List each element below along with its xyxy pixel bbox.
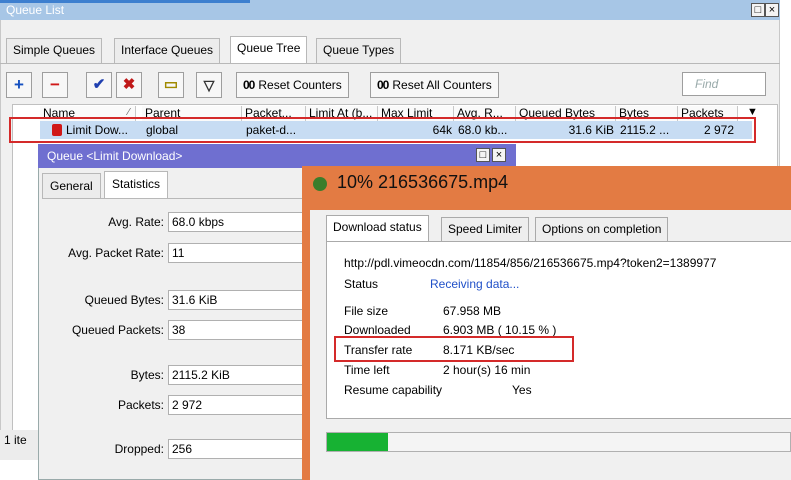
add-icon[interactable]: + <box>6 72 32 98</box>
tab-queue-types[interactable]: Queue Types <box>316 38 402 63</box>
close-icon[interactable]: × <box>765 3 779 17</box>
close-icon[interactable]: × <box>492 148 506 162</box>
tab-statistics[interactable]: Statistics <box>104 171 169 199</box>
highlight-box-row <box>9 117 756 143</box>
queue-list-titlebar <box>0 0 780 20</box>
download-progress-bar <box>326 432 791 452</box>
remove-icon[interactable]: − <box>42 72 68 98</box>
packets-label: Packets: <box>117 398 164 412</box>
tab-general[interactable]: General <box>42 173 101 198</box>
download-progress-fill <box>327 433 388 451</box>
status-label: Status <box>344 277 379 291</box>
status-value: Receiving data... <box>430 277 520 291</box>
find-input[interactable]: Find <box>682 72 766 96</box>
resume-capability-value: Yes <box>512 383 532 397</box>
queue-list-title: Queue List <box>6 3 65 17</box>
queue-dialog-title: Queue <Limit Download> <box>47 149 183 163</box>
disable-x-icon[interactable]: ✖ <box>116 72 142 98</box>
download-title: 10% 216536675.mp4 <box>337 172 509 192</box>
tab-options-on-completion[interactable]: Options on completion <box>535 217 669 241</box>
tabs-divider <box>42 198 304 199</box>
avg-rate-label: Avg. Rate: <box>108 215 164 229</box>
avg-packet-rate-label: Avg. Packet Rate: <box>68 246 164 260</box>
tabs-divider <box>0 63 780 64</box>
tab-speed-limiter[interactable]: Speed Limiter <box>441 217 530 241</box>
downloaded-label: Downloaded <box>344 323 411 337</box>
resume-capability-label: Resume capability <box>344 383 443 397</box>
tab-download-status[interactable]: Download status <box>326 215 429 242</box>
maximize-icon[interactable]: □ <box>751 3 765 17</box>
tab-interface-queues[interactable]: Interface Queues <box>114 38 221 63</box>
reset-counters-icon: 00 <box>243 78 255 92</box>
filter-icon[interactable]: ▽ <box>196 72 222 98</box>
reset-counters-label: Reset Counters <box>258 78 342 92</box>
queued-bytes-label: Queued Bytes: <box>84 293 164 307</box>
dropped-label: Dropped: <box>114 442 164 456</box>
bytes-label: Bytes: <box>130 368 164 382</box>
reset-counters-button[interactable]: 00 Reset Counters <box>236 72 349 98</box>
reset-all-counters-icon: 00 <box>377 78 389 92</box>
maximize-icon[interactable]: □ <box>476 148 490 162</box>
file-size-value: 67.958 MB <box>443 304 502 318</box>
time-left-label: Time left <box>344 363 390 377</box>
status-bar-count: 1 ite <box>0 430 40 460</box>
tab-queue-tree[interactable]: Queue Tree <box>230 36 308 64</box>
enable-check-icon[interactable]: ✔ <box>86 72 112 98</box>
downloaded-value: 6.903 MB ( 10.15 % ) <box>443 323 557 337</box>
highlight-box-transfer-rate <box>334 336 574 362</box>
queued-packets-label: Queued Packets: <box>71 323 164 337</box>
download-app-icon <box>313 177 327 191</box>
reset-all-counters-label: Reset All Counters <box>392 78 492 92</box>
comment-icon[interactable]: ▭ <box>158 72 184 98</box>
time-left-value: 2 hour(s) 16 min <box>443 363 531 377</box>
download-url: http://pdl.vimeocdn.com/11854/856/216536… <box>344 256 717 270</box>
file-size-label: File size <box>344 304 389 318</box>
reset-all-counters-button[interactable]: 00 Reset All Counters <box>370 72 499 98</box>
tab-simple-queues[interactable]: Simple Queues <box>6 38 103 63</box>
